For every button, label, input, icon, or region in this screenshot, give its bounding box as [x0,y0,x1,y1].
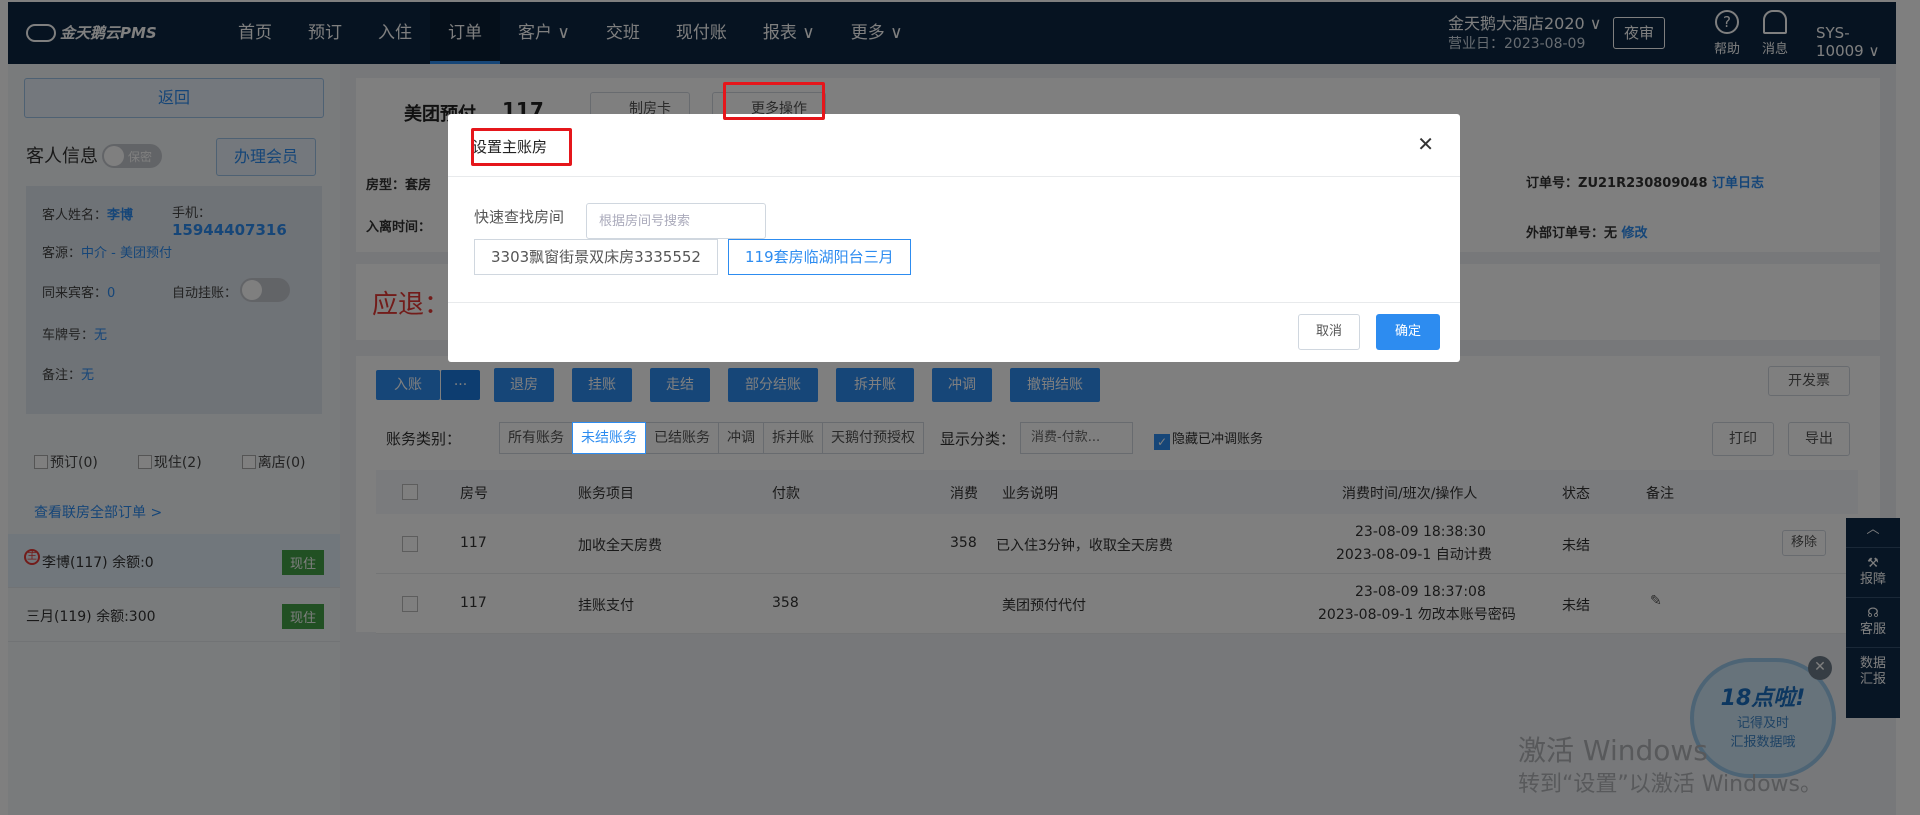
cancel-button[interactable]: 取消 [1298,314,1360,350]
category-unsettled[interactable]: 未结账务 [572,422,646,454]
room-search-input[interactable] [586,203,766,239]
set-main-account-dialog: 设置主账房 ✕ 快速查找房间 3303飘窗街景双床房3335552 119套房临… [448,114,1460,362]
room-option[interactable]: 3303飘窗街景双床房3335552 [474,239,718,275]
room-option-selected[interactable]: 119套房临湖阳台三月 [728,239,911,275]
divider [448,302,1460,303]
search-room-label: 快速查找房间 [474,208,565,226]
divider [448,176,1460,177]
confirm-button[interactable]: 确定 [1376,314,1440,350]
highlight-dialog-title [471,128,572,166]
highlight-more-operations [723,82,825,120]
close-icon[interactable]: ✕ [1417,132,1434,156]
